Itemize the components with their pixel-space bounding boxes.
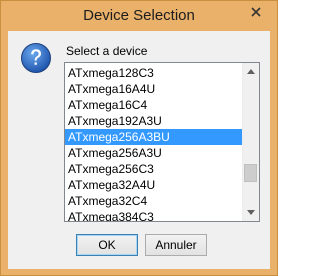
device-listbox[interactable]: ATxmega128C3 ATxmega16A4U ATxmega16C4 ATxme… bbox=[64, 62, 260, 222]
dialog-body: Select a device ATxmega128C3 ATxmega16A4U… bbox=[8, 31, 270, 269]
scroll-up-icon bbox=[247, 69, 255, 74]
window-title: Device Selection bbox=[83, 7, 195, 24]
question-icon bbox=[20, 42, 52, 74]
scroll-down-icon bbox=[247, 210, 255, 215]
ok-button[interactable]: OK bbox=[76, 234, 138, 256]
list-item[interactable]: ATxmega192A3U bbox=[65, 113, 243, 129]
device-selection-window: Device Selection Select a device ATxmega… bbox=[0, 0, 278, 276]
list-item[interactable]: ATxmega256A3BU bbox=[65, 129, 243, 145]
list-item[interactable]: ATxmega384C3 bbox=[65, 209, 243, 221]
scroll-up-button[interactable] bbox=[243, 63, 259, 80]
list-item[interactable]: ATxmega32C4 bbox=[65, 193, 243, 209]
close-icon bbox=[251, 7, 261, 17]
list-item[interactable]: ATxmega256C3 bbox=[65, 161, 243, 177]
list-item[interactable]: ATxmega16A4U bbox=[65, 81, 243, 97]
scroll-thumb[interactable] bbox=[244, 164, 257, 182]
select-device-label: Select a device bbox=[66, 44, 148, 58]
device-list: ATxmega128C3 ATxmega16A4U ATxmega16C4 ATxme… bbox=[65, 65, 243, 221]
cancel-button[interactable]: Annuler bbox=[145, 234, 207, 256]
list-item[interactable]: ATxmega256A3U bbox=[65, 145, 243, 161]
list-item[interactable]: ATxmega32A4U bbox=[65, 177, 243, 193]
list-item[interactable]: ATxmega128C3 bbox=[65, 65, 243, 81]
list-item[interactable]: ATxmega16C4 bbox=[65, 97, 243, 113]
scroll-down-button[interactable] bbox=[243, 204, 259, 221]
list-scrollbar[interactable] bbox=[242, 63, 259, 221]
title-bar[interactable]: Device Selection bbox=[1, 1, 277, 31]
close-button[interactable] bbox=[243, 2, 270, 22]
